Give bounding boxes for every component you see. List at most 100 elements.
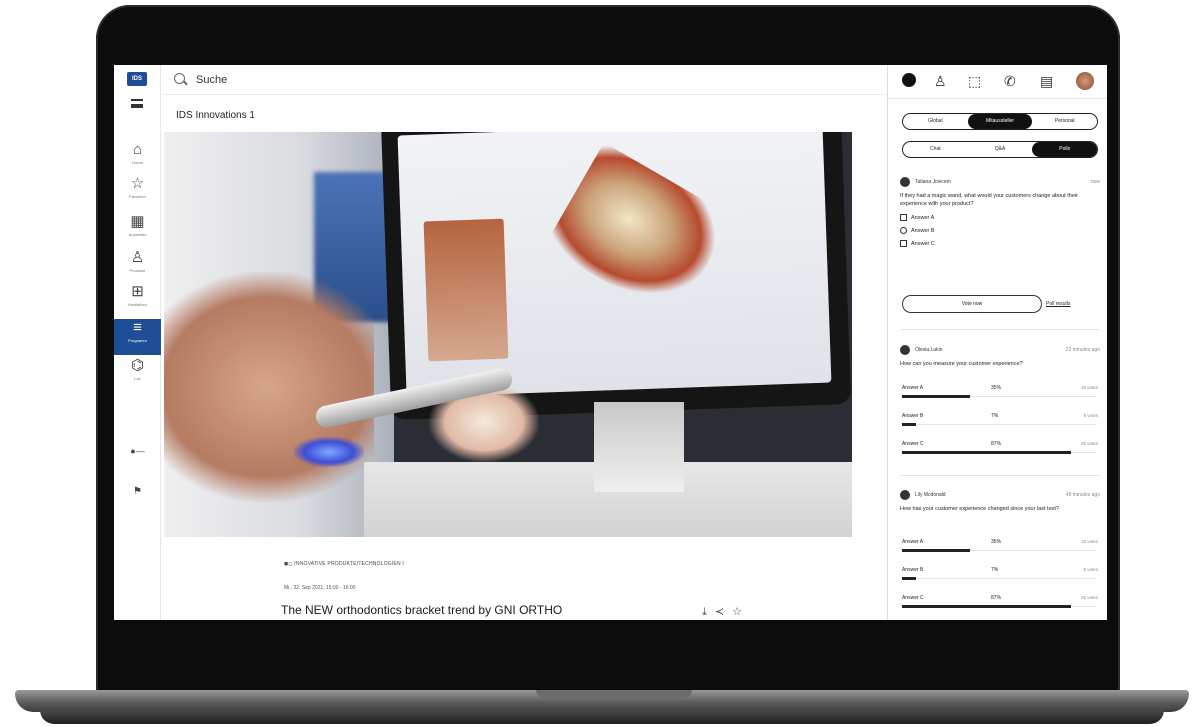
poll-result-card: Lily Mcdonald 48 minutes ago How has you…	[900, 490, 1100, 513]
answer-percent-value: 35	[991, 385, 997, 391]
event-category: ◼◻ INNOVATIVE PRODUKTE/TECHNOLOGIEN I	[284, 561, 404, 567]
rail-item-favorites[interactable]: ☆ Favoriten	[114, 175, 161, 211]
radio[interactable]	[900, 227, 907, 234]
tab-qa[interactable]: Q&A	[968, 142, 1033, 157]
lab-icon: ⌬	[130, 357, 145, 374]
laptop-base-shadow	[40, 710, 1164, 724]
result-bar	[902, 395, 970, 398]
answer-votes: 15 votes	[1080, 539, 1098, 544]
building-icon: ▦	[130, 213, 145, 230]
menu-icon[interactable]	[131, 99, 143, 108]
poll-result-row: Answer B 7% 8 votes	[900, 567, 1098, 585]
rail-item-products[interactable]: ♙ Produkte	[114, 249, 161, 285]
vote-button[interactable]: Vote now	[902, 295, 1042, 313]
tab-personal[interactable]: Personal	[1032, 114, 1097, 129]
poll-result-row: Answer A 35% 15 votes	[900, 385, 1098, 403]
answer-percent-value: 35	[991, 539, 997, 545]
result-bar	[902, 605, 1071, 608]
rail-item-help[interactable]: ⚑	[114, 483, 161, 519]
share-icon[interactable]: ≺	[715, 606, 724, 618]
result-bar	[902, 577, 916, 580]
result-bar	[902, 549, 970, 552]
poll-question: How can you measure your customer experi…	[900, 361, 1023, 367]
rail-item-language[interactable]: ●—	[114, 442, 161, 478]
product-icon: ♙	[130, 249, 145, 266]
chat-icon[interactable]: ⬚	[968, 73, 981, 89]
poll-option[interactable]: Answer C	[900, 240, 1100, 247]
rail-item-label: Programm	[128, 338, 147, 343]
rail-item-label: Lab	[134, 376, 141, 381]
video-player[interactable]	[164, 132, 852, 537]
poll-header: Tatiana Jovicem now	[900, 177, 1100, 187]
interaction-panel: ♙ ⬚ ✆ ▤ Global Mitaussteller Personal Ch…	[887, 65, 1107, 620]
answer-label: Answer B	[902, 413, 924, 419]
user-icon[interactable]: ♙	[934, 73, 947, 89]
answer-percent: 87%	[991, 595, 1002, 601]
checkbox[interactable]	[900, 214, 907, 221]
poll-author: Lily Mcdonald	[915, 492, 946, 498]
poll-option-label: Answer B	[911, 227, 935, 234]
home-icon: ⌂	[132, 141, 143, 158]
poll-author: Tatiana Jovicem	[915, 179, 951, 185]
answer-percent-value: 7	[991, 567, 994, 573]
result-bar	[902, 451, 1071, 454]
ids-logo[interactable]: IDS	[127, 72, 147, 86]
rail-item-label: Aussteller	[128, 232, 147, 237]
answer-percent-value: 87	[991, 441, 997, 447]
poll-time: now	[1090, 179, 1100, 185]
result-track	[902, 424, 1096, 425]
result-track	[902, 578, 1096, 579]
help-icon: ⚑	[133, 486, 142, 497]
answer-votes: 8 votes	[1083, 567, 1098, 572]
tab-chat[interactable]: Chat	[903, 142, 968, 157]
avatar	[900, 490, 910, 500]
tab-global[interactable]: Global	[903, 114, 968, 129]
poll-option[interactable]: Answer A	[900, 214, 1100, 221]
poll-time: 22 minutes ago	[1065, 347, 1100, 353]
video-scan-thumbnail	[423, 218, 509, 362]
poll-header: Lily Mcdonald 48 minutes ago	[900, 490, 1100, 500]
calendar-icon[interactable]: ▤	[1040, 73, 1053, 89]
video-scanner-light	[294, 437, 364, 467]
answer-label: Answer A	[902, 539, 924, 545]
page-title: IDS Innovations 1	[176, 110, 255, 121]
answer-label: Answer C	[902, 595, 924, 601]
answer-label: Answer C	[902, 441, 924, 447]
screen: IDS ⌂ Home ☆ Favoriten ▦ Aussteller ♙ Pr…	[114, 65, 1107, 620]
rail-item-label: Home	[132, 160, 143, 165]
rail-item-home[interactable]: ⌂ Home	[114, 141, 161, 177]
poll-results-link[interactable]: Poll results	[1046, 301, 1070, 307]
checkbox[interactable]	[900, 240, 907, 247]
video-hand	[164, 272, 374, 502]
panel-toolbar: ♙ ⬚ ✆ ▤	[888, 65, 1107, 99]
divider	[900, 475, 1100, 476]
search-input[interactable]	[194, 71, 494, 89]
rail-item-media[interactable]: ⊞ Mediathek	[114, 283, 161, 319]
avatar[interactable]	[1076, 72, 1094, 90]
mode-tabs: Chat Q&A Polls	[902, 141, 1098, 158]
download-icon[interactable]: ⤓	[702, 606, 707, 618]
poll-header: Olesia Lukin 22 minutes ago	[900, 345, 1100, 355]
tab-mitaussteller[interactable]: Mitaussteller	[967, 114, 1033, 129]
answer-label: Answer A	[902, 385, 924, 391]
event-date: Mi., 22. Sep 2021, 15:00 - 16:00	[284, 585, 356, 591]
answer-percent: 7%	[991, 567, 999, 573]
favorite-star-icon[interactable]: ☆	[732, 606, 742, 618]
poll-option[interactable]: Answer B	[900, 227, 1100, 234]
answer-percent: 35%	[991, 539, 1002, 545]
rail-item-exhibitors[interactable]: ▦ Aussteller	[114, 213, 161, 249]
poll-question: If they had a magic wand, what would you…	[900, 193, 1078, 207]
status-dot-icon[interactable]	[902, 73, 916, 87]
poll-option-label: Answer C	[911, 240, 935, 247]
rail-item-lab[interactable]: ⌬ Lab	[114, 357, 161, 393]
left-rail: IDS ⌂ Home ☆ Favoriten ▦ Aussteller ♙ Pr…	[114, 65, 161, 620]
star-icon: ☆	[130, 175, 145, 192]
avatar	[900, 345, 910, 355]
poll-question: How has your customer experience changed…	[900, 506, 1059, 512]
tab-polls[interactable]: Polls	[1032, 142, 1098, 157]
rail-item-program[interactable]: ≡ Programm	[114, 319, 161, 355]
avatar	[900, 177, 910, 187]
phone-icon[interactable]: ✆	[1004, 73, 1016, 89]
program-icon: ≡	[133, 319, 142, 336]
answer-percent-value: 7	[991, 413, 994, 419]
